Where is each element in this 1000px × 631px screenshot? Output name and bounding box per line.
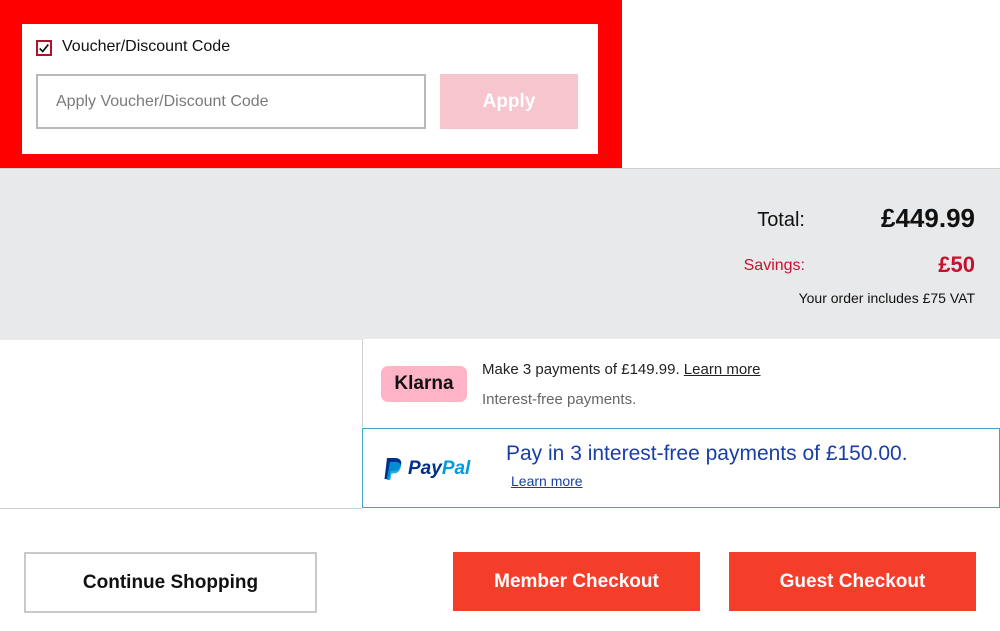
- paypal-word-pay: Pay: [408, 458, 442, 479]
- total-label: Total:: [757, 209, 805, 231]
- voucher-section: Voucher/Discount Code Apply: [22, 24, 598, 154]
- klarna-text: Make 3 payments of £149.99.: [482, 361, 680, 378]
- savings-value: £50: [938, 252, 975, 277]
- continue-shopping-button[interactable]: Continue Shopping: [24, 552, 317, 613]
- klarna-logo: Klarna: [381, 366, 467, 402]
- member-checkout-button[interactable]: Member Checkout: [453, 552, 700, 611]
- apply-button[interactable]: Apply: [440, 74, 578, 129]
- voucher-highlight-frame: Voucher/Discount Code Apply: [0, 0, 622, 176]
- payment-spacer: [0, 339, 362, 509]
- guest-checkout-button[interactable]: Guest Checkout: [729, 552, 976, 611]
- voucher-label: Voucher/Discount Code: [62, 38, 231, 55]
- checkmark-icon: [39, 44, 49, 53]
- klarna-learn-more-link[interactable]: Learn more: [684, 361, 761, 378]
- klarna-option: Klarna Make 3 payments of £149.99. Learn…: [362, 339, 1000, 427]
- paypal-message: Pay in 3 interest-free payments of £150.…: [506, 442, 908, 465]
- total-value: £449.99: [881, 203, 975, 233]
- klarna-subtext: Interest-free payments.: [482, 391, 637, 408]
- klarna-message: Make 3 payments of £149.99. Learn more: [482, 361, 761, 378]
- vat-note: Your order includes £75 VAT: [798, 290, 975, 306]
- paypal-logo: PayPal: [383, 457, 470, 481]
- paypal-word-pal: Pal: [441, 458, 471, 479]
- paypal-wordmark: PayPal: [408, 458, 470, 480]
- savings-label: Savings:: [743, 257, 805, 274]
- voucher-checkbox[interactable]: [36, 40, 52, 56]
- paypal-p-icon: [384, 458, 402, 480]
- voucher-code-input[interactable]: [36, 74, 426, 129]
- paypal-learn-more-link[interactable]: Learn more: [511, 473, 583, 489]
- paypal-option: PayPal Pay in 3 interest-free payments o…: [362, 428, 1000, 508]
- order-totals: Total: £449.99 Savings: £50 Your order i…: [0, 168, 1000, 340]
